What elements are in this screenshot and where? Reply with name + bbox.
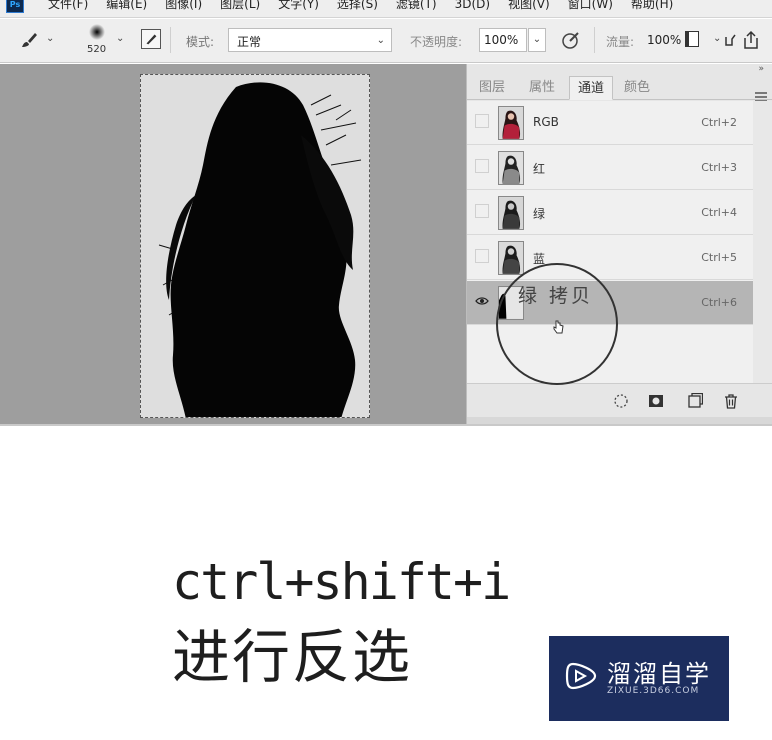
channel-row-red[interactable]: 红 Ctrl+3 [467, 146, 753, 190]
brush-size-chevron-icon[interactable]: ⌄ [116, 33, 124, 44]
menu-file[interactable]: 文件(F) [48, 0, 97, 11]
channel-row-green-copy[interactable]: Ctrl+6 [467, 281, 753, 325]
menu-3d[interactable]: 3D(D) [455, 0, 499, 11]
silhouette-mask-image [141, 75, 369, 417]
chevron-down-icon: ⌄ [376, 35, 385, 46]
flow-slider-icon[interactable] [685, 31, 699, 47]
channel-name: RGB [533, 115, 559, 129]
channel-thumbnail [498, 151, 524, 185]
airbrush-icon[interactable] [723, 31, 739, 49]
channel-shortcut: Ctrl+3 [701, 161, 737, 174]
separator [170, 27, 171, 53]
channel-thumbnail [498, 241, 524, 275]
channel-shortcut: Ctrl+6 [701, 296, 737, 309]
brush-tool-icon[interactable] [20, 31, 38, 49]
channels-panel: » 图层 属性 通道 颜色 RGB Ctrl+2 红 Ctrl+3 绿 Ctrl… [466, 64, 772, 424]
flow-label: 流量: [606, 35, 635, 49]
eye-icon[interactable] [475, 294, 489, 308]
watermark-url: ZIXUE.3D66.COM [607, 686, 700, 696]
channel-shortcut: Ctrl+5 [701, 251, 737, 264]
menu-edit[interactable]: 编辑(E) [106, 0, 156, 11]
menu-bar: Ps 文件(F) 编辑(E) 图像(I) 图层(L) 文字(Y) 选择(S) 滤… [0, 0, 772, 18]
menu-help[interactable]: 帮助(H) [631, 0, 682, 11]
menu-window[interactable]: 窗口(W) [568, 0, 622, 11]
brush-preset-chevron-icon[interactable]: ⌄ [46, 33, 54, 44]
menu-select[interactable]: 选择(S) [337, 0, 387, 11]
panel-tabs: 图层 属性 通道 颜色 [467, 76, 772, 102]
channel-list: RGB Ctrl+2 红 Ctrl+3 绿 Ctrl+4 蓝 Ctrl+5 Ct… [467, 101, 772, 383]
tab-properties[interactable]: 属性 [519, 76, 565, 100]
channel-shortcut: Ctrl+2 [701, 116, 737, 129]
tab-layers[interactable]: 图层 [471, 76, 513, 100]
document-canvas[interactable] [140, 74, 370, 418]
watermark-badge: 溜溜自学 ZIXUE.3D66.COM [549, 636, 729, 721]
separator [594, 27, 595, 53]
menu-layer[interactable]: 图层(L) [220, 0, 269, 11]
divider [0, 424, 772, 426]
menu-items: 文件(F) 编辑(E) 图像(I) 图层(L) 文字(Y) 选择(S) 滤镜(T… [48, 0, 691, 11]
channel-name: 红 [533, 162, 546, 176]
channel-row-green[interactable]: 绿 Ctrl+4 [467, 191, 753, 235]
save-selection-icon[interactable] [648, 393, 664, 409]
mode-label: 模式: [186, 35, 215, 49]
channel-thumbnail [498, 196, 524, 230]
menu-view[interactable]: 视图(V) [508, 0, 559, 11]
channel-thumbnail [498, 106, 524, 140]
opacity-label: 不透明度: [410, 35, 463, 49]
options-bar: ⌄ 520 ⌄ 模式: 正常 ⌄ 不透明度: 100% ⌄ 流量: 100% ⌄ [0, 19, 772, 63]
visibility-toggle[interactable] [475, 114, 489, 128]
menu-type[interactable]: 文字(Y) [278, 0, 328, 11]
chevron-down-icon[interactable]: ⌄ [713, 33, 721, 44]
flow-input[interactable]: 100% [647, 33, 681, 47]
blend-mode-select[interactable]: 正常 ⌄ [228, 28, 392, 52]
visibility-toggle[interactable] [475, 249, 489, 263]
panel-resize-bar[interactable] [467, 417, 772, 424]
magnified-channel-name: 绿 拷贝 [518, 285, 594, 307]
brush-preview-icon[interactable] [88, 23, 106, 41]
menu-filter[interactable]: 滤镜(T) [396, 0, 446, 11]
share-icon[interactable] [740, 29, 762, 51]
visibility-toggle[interactable] [475, 159, 489, 173]
menu-image[interactable]: 图像(I) [165, 0, 211, 11]
opacity-dropdown-icon[interactable]: ⌄ [528, 28, 546, 52]
collapse-panel-icon[interactable]: » [758, 64, 764, 74]
trash-icon[interactable] [723, 393, 739, 409]
photoshop-logo: Ps [6, 0, 24, 13]
blend-mode-value: 正常 [237, 35, 262, 49]
channel-shortcut: Ctrl+4 [701, 206, 737, 219]
opacity-input[interactable]: 100% [479, 28, 527, 52]
play-logo-icon [565, 662, 597, 690]
visibility-toggle[interactable] [475, 204, 489, 218]
pressure-opacity-icon[interactable] [561, 30, 581, 50]
action-caption: 进行反选 [172, 623, 413, 691]
channel-name: 蓝 [533, 252, 546, 266]
shortcut-caption: ctrl+shift+i [172, 553, 511, 611]
brush-size-label: 520 [87, 44, 107, 55]
channel-row-blue[interactable]: 蓝 Ctrl+5 [467, 236, 753, 280]
tab-color[interactable]: 颜色 [617, 76, 657, 100]
channel-row-rgb[interactable]: RGB Ctrl+2 [467, 101, 753, 145]
panel-footer [467, 383, 772, 417]
load-selection-icon[interactable] [613, 393, 629, 409]
brush-panel-toggle-icon[interactable] [141, 29, 161, 49]
channel-list-scrollbar[interactable] [753, 101, 772, 383]
canvas-workspace[interactable] [0, 64, 466, 424]
channel-name: 绿 [533, 207, 546, 221]
new-channel-icon[interactable] [687, 393, 703, 409]
hand-cursor-icon [553, 320, 564, 334]
watermark-title: 溜溜自学 [607, 660, 711, 688]
tab-channels[interactable]: 通道 [569, 76, 613, 100]
